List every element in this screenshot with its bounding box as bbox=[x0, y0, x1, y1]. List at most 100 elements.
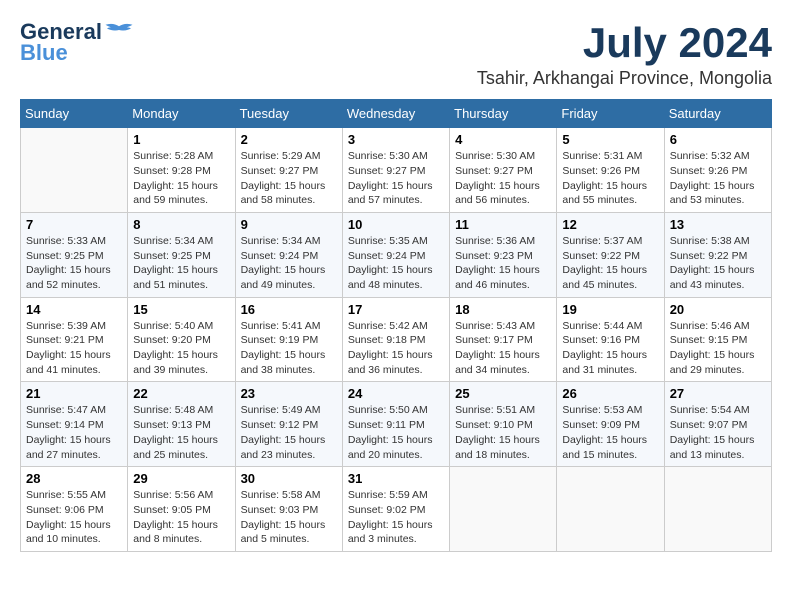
day-info: Sunrise: 5:28 AM Sunset: 9:28 PM Dayligh… bbox=[133, 149, 229, 208]
calendar-cell: 14 Sunrise: 5:39 AM Sunset: 9:21 PM Dayli… bbox=[21, 297, 128, 382]
calendar-cell: 2 Sunrise: 5:29 AM Sunset: 9:27 PM Daylig… bbox=[235, 128, 342, 213]
day-info: Sunrise: 5:48 AM Sunset: 9:13 PM Dayligh… bbox=[133, 403, 229, 462]
calendar-day-header: Sunday bbox=[21, 100, 128, 128]
day-info: Sunrise: 5:41 AM Sunset: 9:19 PM Dayligh… bbox=[241, 319, 337, 378]
day-number: 23 bbox=[241, 386, 337, 401]
calendar-cell: 24Sunrise: 5:50 AM Sunset: 9:11 PM Dayli… bbox=[342, 382, 449, 467]
day-number: 29 bbox=[133, 471, 229, 486]
day-info: Sunrise: 5:58 AM Sunset: 9:03 PM Dayligh… bbox=[241, 488, 337, 547]
day-number: 25 bbox=[455, 386, 551, 401]
day-info: Sunrise: 5:50 AM Sunset: 9:11 PM Dayligh… bbox=[348, 403, 444, 462]
day-info: Sunrise: 5:31 AM Sunset: 9:26 PM Dayligh… bbox=[562, 149, 658, 208]
day-number: 2 bbox=[241, 132, 337, 147]
day-info: Sunrise: 5:55 AM Sunset: 9:06 PM Dayligh… bbox=[26, 488, 122, 547]
calendar-cell: 21 Sunrise: 5:47 AM Sunset: 9:14 PM Dayli… bbox=[21, 382, 128, 467]
calendar-cell: 10 Sunrise: 5:35 AM Sunset: 9:24 PM Dayli… bbox=[342, 212, 449, 297]
calendar-header-row: SundayMondayTuesdayWednesdayThursdayFrid… bbox=[21, 100, 772, 128]
day-number: 10 bbox=[348, 217, 444, 232]
day-number: 17 bbox=[348, 302, 444, 317]
day-info: Sunrise: 5:44 AM Sunset: 9:16 PM Dayligh… bbox=[562, 319, 658, 378]
location-subtitle: Tsahir, Arkhangai Province, Mongolia bbox=[477, 68, 772, 89]
day-info: Sunrise: 5:38 AM Sunset: 9:22 PM Dayligh… bbox=[670, 234, 766, 293]
calendar-cell: 16 Sunrise: 5:41 AM Sunset: 9:19 PM Dayli… bbox=[235, 297, 342, 382]
day-number: 11 bbox=[455, 217, 551, 232]
day-number: 12 bbox=[562, 217, 658, 232]
calendar-cell bbox=[557, 467, 664, 552]
calendar-day-header: Saturday bbox=[664, 100, 771, 128]
day-number: 15 bbox=[133, 302, 229, 317]
day-number: 7 bbox=[26, 217, 122, 232]
calendar-cell: 18 Sunrise: 5:43 AM Sunset: 9:17 PM Dayli… bbox=[450, 297, 557, 382]
calendar-day-header: Tuesday bbox=[235, 100, 342, 128]
day-info: Sunrise: 5:40 AM Sunset: 9:20 PM Dayligh… bbox=[133, 319, 229, 378]
day-number: 21 bbox=[26, 386, 122, 401]
calendar-week-row: 14 Sunrise: 5:39 AM Sunset: 9:21 PM Dayli… bbox=[21, 297, 772, 382]
day-number: 1 bbox=[133, 132, 229, 147]
calendar-cell bbox=[450, 467, 557, 552]
calendar-cell: 29 Sunrise: 5:56 AM Sunset: 9:05 PM Dayli… bbox=[128, 467, 235, 552]
calendar-cell: 17 Sunrise: 5:42 AM Sunset: 9:18 PM Dayli… bbox=[342, 297, 449, 382]
day-info: Sunrise: 5:53 AM Sunset: 9:09 PM Dayligh… bbox=[562, 403, 658, 462]
calendar-cell: 15 Sunrise: 5:40 AM Sunset: 9:20 PM Dayli… bbox=[128, 297, 235, 382]
day-number: 28 bbox=[26, 471, 122, 486]
calendar-cell: 28 Sunrise: 5:55 AM Sunset: 9:06 PM Dayli… bbox=[21, 467, 128, 552]
calendar-week-row: 28 Sunrise: 5:55 AM Sunset: 9:06 PM Dayli… bbox=[21, 467, 772, 552]
day-info: Sunrise: 5:30 AM Sunset: 9:27 PM Dayligh… bbox=[455, 149, 551, 208]
calendar-week-row: 21 Sunrise: 5:47 AM Sunset: 9:14 PM Dayli… bbox=[21, 382, 772, 467]
day-info: Sunrise: 5:51 AM Sunset: 9:10 PM Dayligh… bbox=[455, 403, 551, 462]
day-number: 8 bbox=[133, 217, 229, 232]
calendar-cell bbox=[664, 467, 771, 552]
calendar-day-header: Wednesday bbox=[342, 100, 449, 128]
day-info: Sunrise: 5:35 AM Sunset: 9:24 PM Dayligh… bbox=[348, 234, 444, 293]
calendar-cell: 30Sunrise: 5:58 AM Sunset: 9:03 PM Dayli… bbox=[235, 467, 342, 552]
calendar-cell: 13 Sunrise: 5:38 AM Sunset: 9:22 PM Dayli… bbox=[664, 212, 771, 297]
day-info: Sunrise: 5:42 AM Sunset: 9:18 PM Dayligh… bbox=[348, 319, 444, 378]
day-info: Sunrise: 5:54 AM Sunset: 9:07 PM Dayligh… bbox=[670, 403, 766, 462]
day-info: Sunrise: 5:56 AM Sunset: 9:05 PM Dayligh… bbox=[133, 488, 229, 547]
logo: General Blue bbox=[20, 20, 134, 66]
day-info: Sunrise: 5:39 AM Sunset: 9:21 PM Dayligh… bbox=[26, 319, 122, 378]
calendar-cell: 26Sunrise: 5:53 AM Sunset: 9:09 PM Dayli… bbox=[557, 382, 664, 467]
calendar-cell: 7 Sunrise: 5:33 AM Sunset: 9:25 PM Daylig… bbox=[21, 212, 128, 297]
day-number: 18 bbox=[455, 302, 551, 317]
day-number: 6 bbox=[670, 132, 766, 147]
calendar-cell: 12 Sunrise: 5:37 AM Sunset: 9:22 PM Dayli… bbox=[557, 212, 664, 297]
day-info: Sunrise: 5:49 AM Sunset: 9:12 PM Dayligh… bbox=[241, 403, 337, 462]
calendar-cell: 11Sunrise: 5:36 AM Sunset: 9:23 PM Dayli… bbox=[450, 212, 557, 297]
day-number: 14 bbox=[26, 302, 122, 317]
calendar-body: 1 Sunrise: 5:28 AM Sunset: 9:28 PM Daylig… bbox=[21, 128, 772, 552]
logo-blue: Blue bbox=[20, 40, 68, 66]
calendar-cell: 8Sunrise: 5:34 AM Sunset: 9:25 PM Daylig… bbox=[128, 212, 235, 297]
calendar-cell: 5 Sunrise: 5:31 AM Sunset: 9:26 PM Daylig… bbox=[557, 128, 664, 213]
page-header: General Blue July 2024 Tsahir, Arkhangai… bbox=[20, 20, 772, 89]
day-number: 19 bbox=[562, 302, 658, 317]
calendar-day-header: Monday bbox=[128, 100, 235, 128]
calendar-cell: 6 Sunrise: 5:32 AM Sunset: 9:26 PM Daylig… bbox=[664, 128, 771, 213]
day-number: 5 bbox=[562, 132, 658, 147]
day-info: Sunrise: 5:43 AM Sunset: 9:17 PM Dayligh… bbox=[455, 319, 551, 378]
calendar-cell: 31 Sunrise: 5:59 AM Sunset: 9:02 PM Dayli… bbox=[342, 467, 449, 552]
calendar-cell: 22Sunrise: 5:48 AM Sunset: 9:13 PM Dayli… bbox=[128, 382, 235, 467]
day-number: 31 bbox=[348, 471, 444, 486]
day-info: Sunrise: 5:37 AM Sunset: 9:22 PM Dayligh… bbox=[562, 234, 658, 293]
logo-bird-icon bbox=[104, 21, 134, 39]
calendar-cell bbox=[21, 128, 128, 213]
calendar-cell: 19 Sunrise: 5:44 AM Sunset: 9:16 PM Dayli… bbox=[557, 297, 664, 382]
day-number: 16 bbox=[241, 302, 337, 317]
calendar-cell: 1 Sunrise: 5:28 AM Sunset: 9:28 PM Daylig… bbox=[128, 128, 235, 213]
day-info: Sunrise: 5:59 AM Sunset: 9:02 PM Dayligh… bbox=[348, 488, 444, 547]
day-info: Sunrise: 5:47 AM Sunset: 9:14 PM Dayligh… bbox=[26, 403, 122, 462]
day-number: 4 bbox=[455, 132, 551, 147]
day-info: Sunrise: 5:29 AM Sunset: 9:27 PM Dayligh… bbox=[241, 149, 337, 208]
day-info: Sunrise: 5:46 AM Sunset: 9:15 PM Dayligh… bbox=[670, 319, 766, 378]
day-info: Sunrise: 5:32 AM Sunset: 9:26 PM Dayligh… bbox=[670, 149, 766, 208]
day-info: Sunrise: 5:33 AM Sunset: 9:25 PM Dayligh… bbox=[26, 234, 122, 293]
day-info: Sunrise: 5:30 AM Sunset: 9:27 PM Dayligh… bbox=[348, 149, 444, 208]
calendar-day-header: Thursday bbox=[450, 100, 557, 128]
calendar-week-row: 7 Sunrise: 5:33 AM Sunset: 9:25 PM Daylig… bbox=[21, 212, 772, 297]
day-number: 13 bbox=[670, 217, 766, 232]
title-section: July 2024 Tsahir, Arkhangai Province, Mo… bbox=[477, 20, 772, 89]
day-number: 20 bbox=[670, 302, 766, 317]
calendar-cell: 25 Sunrise: 5:51 AM Sunset: 9:10 PM Dayli… bbox=[450, 382, 557, 467]
day-number: 3 bbox=[348, 132, 444, 147]
